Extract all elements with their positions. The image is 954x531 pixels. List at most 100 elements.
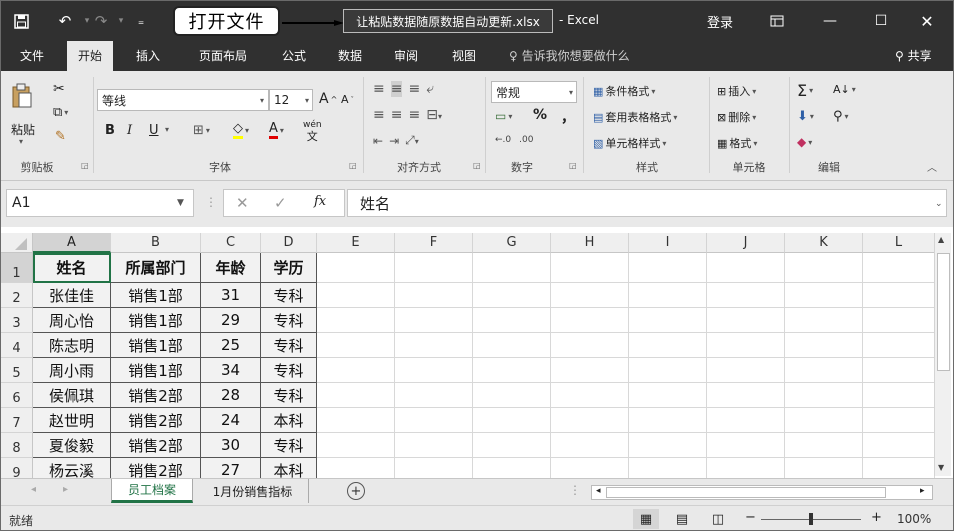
- decimal-icons[interactable]: ←.0.00: [495, 135, 533, 145]
- cell-l7[interactable]: [863, 408, 935, 433]
- scroll-thumb[interactable]: [937, 253, 950, 371]
- cell-k2[interactable]: [785, 283, 863, 308]
- cell-a3[interactable]: 周心怡: [33, 308, 111, 333]
- next-sheet-icon[interactable]: ▸: [63, 484, 68, 495]
- cell-f4[interactable]: [395, 333, 473, 358]
- cell-c1[interactable]: 年龄: [201, 253, 261, 283]
- column-header-l[interactable]: L: [863, 233, 935, 253]
- h-scroll-thumb[interactable]: [606, 487, 886, 498]
- scroll-up-icon[interactable]: ▲: [938, 235, 944, 244]
- cell-i8[interactable]: [629, 433, 707, 458]
- column-header-d[interactable]: D: [261, 233, 317, 253]
- scroll-right-icon[interactable]: ▸: [920, 486, 925, 496]
- cell-d2[interactable]: 专科: [261, 283, 317, 308]
- cell-h2[interactable]: [551, 283, 629, 308]
- cell-k4[interactable]: [785, 333, 863, 358]
- cell-l5[interactable]: [863, 358, 935, 383]
- clipboard-launcher-icon[interactable]: ◲: [81, 161, 89, 170]
- sort-filter-icon[interactable]: A↓ ▾: [833, 83, 856, 96]
- clear-icon[interactable]: ◆ ▾: [797, 135, 812, 149]
- tell-me-box[interactable]: ♀ 告诉我你想要做什么: [509, 41, 630, 71]
- format-as-table-button[interactable]: ▤ 套用表格格式 ▾: [593, 109, 677, 125]
- scroll-left-icon[interactable]: ◂: [596, 486, 601, 496]
- autosum-icon[interactable]: Σ ▾: [797, 81, 813, 100]
- cell-d6[interactable]: 专科: [261, 383, 317, 408]
- currency-icon[interactable]: ▭ ▾: [495, 109, 512, 123]
- vertical-align-icons[interactable]: ≡ ≡ ≡ ⤶: [373, 81, 434, 97]
- format-cells-button[interactable]: ▦ 格式 ▾: [717, 135, 757, 151]
- cell-c8[interactable]: 30: [201, 433, 261, 458]
- resize-handle-icon[interactable]: ⋮: [205, 195, 217, 209]
- underline-button[interactable]: U: [149, 123, 159, 138]
- row-header-1[interactable]: 1: [1, 253, 33, 283]
- cell-h4[interactable]: [551, 333, 629, 358]
- cancel-icon[interactable]: ✕: [236, 194, 249, 212]
- cell-c5[interactable]: 34: [201, 358, 261, 383]
- sheet-tab-employee[interactable]: 员工档案: [111, 479, 193, 503]
- customize-toolbar-icon[interactable]: ₌: [129, 9, 153, 33]
- cell-l8[interactable]: [863, 433, 935, 458]
- cell-b2[interactable]: 销售1部: [111, 283, 201, 308]
- save-icon[interactable]: [9, 9, 33, 33]
- cell-k5[interactable]: [785, 358, 863, 383]
- row-header-6[interactable]: 6: [1, 383, 33, 408]
- cell-styles-button[interactable]: ▧ 单元格样式 ▾: [593, 135, 666, 151]
- cell-g2[interactable]: [473, 283, 551, 308]
- cell-l2[interactable]: [863, 283, 935, 308]
- cell-d1[interactable]: 学历: [261, 253, 317, 283]
- expand-formula-icon[interactable]: ⌄: [935, 199, 943, 209]
- zoom-in-icon[interactable]: +: [871, 510, 882, 525]
- cell-a1[interactable]: 姓名: [33, 253, 111, 283]
- sheet-tab-sales[interactable]: 1月份销售指标: [197, 479, 309, 503]
- cell-i2[interactable]: [629, 283, 707, 308]
- cell-c6[interactable]: 28: [201, 383, 261, 408]
- prev-sheet-icon[interactable]: ◂: [31, 484, 36, 495]
- cell-j8[interactable]: [707, 433, 785, 458]
- ribbon-display-options-icon[interactable]: [763, 9, 791, 33]
- share-button[interactable]: ⚲ 共享: [895, 41, 932, 71]
- cell-f1[interactable]: [395, 253, 473, 283]
- cell-a2[interactable]: 张佳佳: [33, 283, 111, 308]
- tab-page-layout[interactable]: 页面布局: [185, 41, 261, 71]
- comma-button[interactable]: ，: [561, 107, 575, 127]
- cell-e7[interactable]: [317, 408, 395, 433]
- cell-c7[interactable]: 24: [201, 408, 261, 433]
- cell-f3[interactable]: [395, 308, 473, 333]
- row-header-2[interactable]: 2: [1, 283, 33, 308]
- cell-g7[interactable]: [473, 408, 551, 433]
- cell-h6[interactable]: [551, 383, 629, 408]
- cell-e4[interactable]: [317, 333, 395, 358]
- paste-dropdown-icon[interactable]: ▾: [19, 137, 23, 146]
- cell-a5[interactable]: 周小雨: [33, 358, 111, 383]
- cell-k3[interactable]: [785, 308, 863, 333]
- cell-f2[interactable]: [395, 283, 473, 308]
- scroll-down-icon[interactable]: ▼: [938, 463, 944, 472]
- cell-h1[interactable]: [551, 253, 629, 283]
- cell-f6[interactable]: [395, 383, 473, 408]
- percent-button[interactable]: %: [533, 107, 547, 123]
- column-header-j[interactable]: J: [707, 233, 785, 253]
- cell-i4[interactable]: [629, 333, 707, 358]
- cell-d8[interactable]: 专科: [261, 433, 317, 458]
- tab-view[interactable]: 视图: [441, 41, 487, 71]
- cell-g6[interactable]: [473, 383, 551, 408]
- maximize-icon[interactable]: ☐: [867, 9, 895, 33]
- cell-i5[interactable]: [629, 358, 707, 383]
- column-header-g[interactable]: G: [473, 233, 551, 253]
- cell-l6[interactable]: [863, 383, 935, 408]
- cell-g4[interactable]: [473, 333, 551, 358]
- minimize-icon[interactable]: —: [816, 9, 844, 33]
- cell-j1[interactable]: [707, 253, 785, 283]
- cell-e1[interactable]: [317, 253, 395, 283]
- cell-l4[interactable]: [863, 333, 935, 358]
- check-icon[interactable]: ✓: [274, 194, 287, 212]
- cell-b7[interactable]: 销售2部: [111, 408, 201, 433]
- conditional-format-button[interactable]: ▦ 条件格式 ▾: [593, 83, 655, 99]
- cell-g3[interactable]: [473, 308, 551, 333]
- select-all-corner[interactable]: [1, 233, 33, 253]
- cell-a6[interactable]: 侯佩琪: [33, 383, 111, 408]
- page-break-view-icon[interactable]: ◫: [707, 509, 729, 529]
- cell-e3[interactable]: [317, 308, 395, 333]
- cell-f7[interactable]: [395, 408, 473, 433]
- column-header-e[interactable]: E: [317, 233, 395, 253]
